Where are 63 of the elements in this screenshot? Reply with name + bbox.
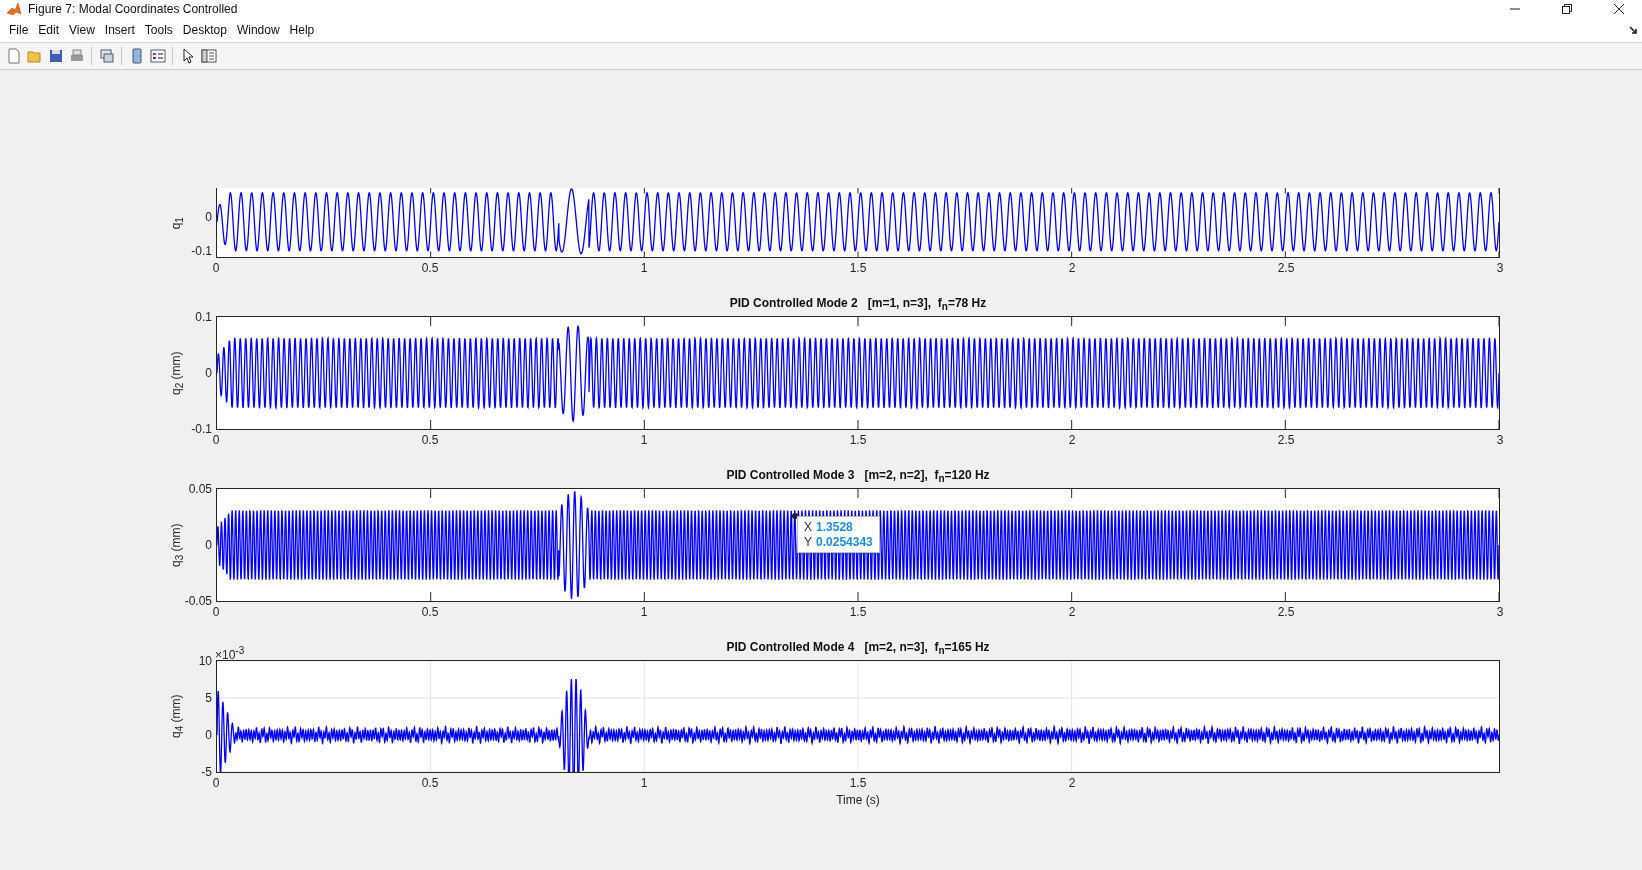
x-axis-label: Time (s)	[835, 793, 880, 807]
tick-label: 0	[212, 776, 220, 790]
menu-item[interactable]: Help	[284, 23, 320, 37]
menu-item[interactable]: Window	[231, 23, 285, 37]
stacked-windows-button[interactable]	[97, 46, 116, 66]
plot-title: PID Controlled Mode 4 [m=2, n=3], f$_{n}$=165 Hz	[726, 639, 990, 657]
datatip-key: Y	[804, 534, 813, 549]
datatip-key: X	[804, 519, 813, 534]
datatip-value: 1.3528	[816, 519, 853, 534]
tick-label: 0	[205, 366, 212, 380]
restore-icon	[1562, 4, 1572, 14]
tick-label: -5	[201, 765, 212, 779]
matlab-logo-icon	[6, 1, 22, 17]
tick-label: 2.5	[1277, 433, 1295, 447]
tick-label: 2.5	[1277, 605, 1295, 619]
tick-label: 2.5	[1277, 261, 1295, 275]
tick-label: 0	[212, 605, 220, 619]
tick-label: 1.5	[849, 261, 867, 275]
tick-label: 0.5	[421, 605, 439, 619]
tick-label: 1	[640, 261, 648, 275]
tick-label: 1.5	[849, 776, 867, 790]
tick-label: 1	[640, 605, 648, 619]
menu-item[interactable]: Insert	[99, 23, 140, 37]
tick-label: 3	[1496, 433, 1504, 447]
tick-label: 2	[1068, 605, 1076, 619]
tick-label: 2	[1068, 433, 1076, 447]
axis-exponent: ×10$^{-3}$	[215, 645, 245, 662]
window-title: Figure 7: Modal Coordinates Controlled	[28, 2, 239, 16]
close-icon	[1614, 4, 1624, 14]
tick-label: -0.05	[184, 594, 212, 608]
plot-title: PID Controlled Mode 3 [m=2, n=2], f$_{n}$=120 Hz	[726, 467, 990, 485]
tick-label: 5	[205, 691, 212, 705]
tick-label: -0.1	[191, 422, 212, 436]
tick-label: 10	[198, 654, 212, 668]
tick-label: -0.1	[191, 243, 212, 258]
tick-label: 0.05	[188, 482, 212, 496]
tick-label: 0.5	[421, 776, 439, 790]
tick-label: 0.1	[195, 310, 212, 324]
tick-label: 1.5	[849, 433, 867, 447]
tick-label: 0.5	[421, 261, 439, 275]
menu-item[interactable]: Tools	[139, 23, 178, 37]
tick-label: 0.5	[421, 433, 439, 447]
tick-label: 0	[205, 728, 212, 742]
tick-label: 0	[205, 209, 212, 224]
dock-arrow-icon[interactable]	[1629, 25, 1638, 35]
datatip-value: 0.0254343	[816, 534, 873, 549]
tick-label: 1	[640, 433, 648, 447]
tick-label: 2	[1068, 261, 1076, 275]
property-editor-button[interactable]	[199, 46, 218, 66]
menu-item[interactable]: File	[4, 23, 34, 37]
tick-label: 1	[640, 776, 648, 790]
menu-item[interactable]: Edit	[33, 23, 65, 37]
plot-title: PID Controlled Mode 2 [m=1, n=3], f$_{n}$=78 Hz	[729, 295, 987, 313]
legend-button[interactable]	[148, 46, 167, 66]
tick-label: 0	[212, 433, 220, 447]
tick-label: 0	[212, 261, 220, 275]
tick-label: 3	[1496, 605, 1504, 619]
menu-item[interactable]: Desktop	[177, 23, 232, 37]
tick-label: 3	[1496, 261, 1504, 275]
tick-label: 1.5	[849, 605, 867, 619]
tick-label: 0	[205, 538, 212, 552]
menu-item[interactable]: View	[64, 23, 100, 37]
tick-label: 2	[1068, 776, 1076, 790]
